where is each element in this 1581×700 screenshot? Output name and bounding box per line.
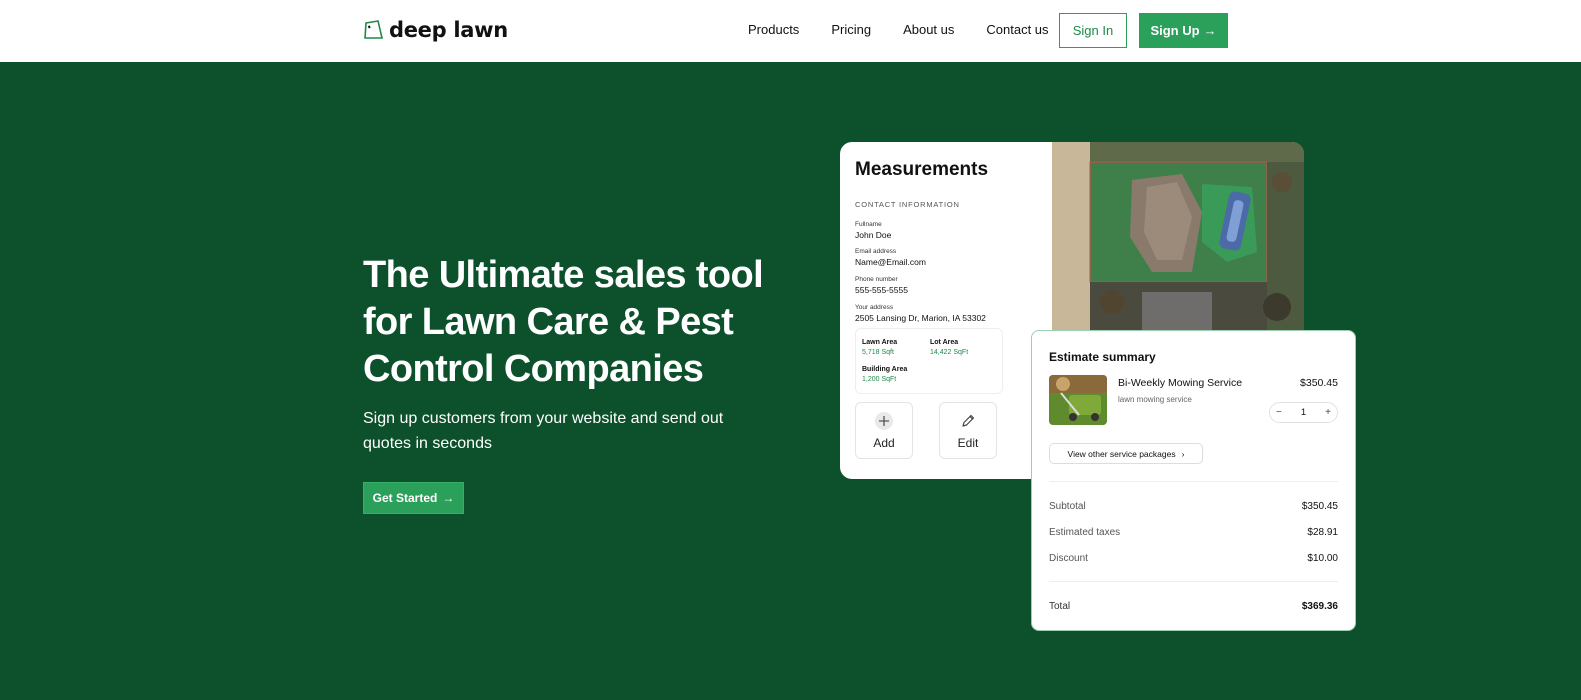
view-other-packages-button[interactable]: View other service packages › bbox=[1049, 443, 1203, 464]
sign-up-label: Sign Up bbox=[1150, 23, 1200, 38]
nav-link-contact-us[interactable]: Contact us bbox=[986, 22, 1048, 37]
edit-label: Edit bbox=[957, 435, 979, 450]
building-area: Building Area 1,200 SqFt bbox=[862, 366, 907, 383]
area-value: 1,200 SqFt bbox=[862, 376, 897, 383]
arrow-right-icon: → bbox=[1203, 23, 1217, 38]
quantity-stepper: − 1 + bbox=[1269, 402, 1338, 423]
nav-link-products[interactable]: Products bbox=[748, 22, 799, 37]
area-name: Lawn Area bbox=[862, 339, 898, 346]
get-started-label: Get Started bbox=[372, 491, 438, 505]
fullname-field: Fullname John Doe bbox=[855, 221, 891, 240]
row-label: Subtotal bbox=[1049, 501, 1086, 512]
lot-area: Lot Area 14,422 SqFt bbox=[930, 339, 968, 356]
mowing-service-thumbnail bbox=[1049, 375, 1107, 425]
sign-up-button[interactable]: Sign Up → bbox=[1139, 13, 1228, 48]
add-label: Add bbox=[873, 435, 895, 450]
plus-icon bbox=[875, 411, 893, 430]
field-label: Your address bbox=[855, 304, 894, 311]
row-value: $10.00 bbox=[1307, 553, 1338, 564]
lawn-mower-image bbox=[1049, 375, 1107, 425]
add-button[interactable]: Add bbox=[855, 402, 913, 459]
estimate-summary-card: Estimate summary Bi-Weekly Mowing Servic… bbox=[1031, 330, 1356, 631]
row-label: Discount bbox=[1049, 553, 1088, 564]
field-value: 2505 Lansing Dr, Marion, IA 53302 bbox=[855, 313, 986, 323]
field-value: John Doe bbox=[855, 230, 892, 240]
nav-links: Products Pricing About us Contact us bbox=[748, 22, 1081, 37]
total-label: Total bbox=[1049, 601, 1071, 612]
edit-button[interactable]: Edit bbox=[939, 402, 997, 459]
field-value: 555-555-5555 bbox=[855, 285, 908, 295]
minus-icon[interactable]: − bbox=[1276, 407, 1282, 418]
pencil-icon bbox=[959, 412, 977, 430]
area-value: 5,718 Sqft bbox=[862, 349, 894, 356]
divider bbox=[1049, 581, 1338, 582]
total-value: $369.36 bbox=[1301, 601, 1338, 612]
nav-link-pricing[interactable]: Pricing bbox=[831, 22, 871, 37]
area-summary: Lawn Area 5,718 Sqft Lot Area 14,422 SqF… bbox=[855, 328, 1003, 394]
taxes-row: Estimated taxes $28.91 bbox=[1049, 527, 1338, 538]
row-value: $350.45 bbox=[1301, 501, 1338, 512]
area-name: Lot Area bbox=[930, 339, 959, 346]
arrow-right-icon: → bbox=[442, 491, 455, 505]
hero-title: The Ultimate sales tool for Lawn Care & … bbox=[363, 254, 764, 390]
area-name: Building Area bbox=[862, 366, 908, 373]
logo-text: deep lawn bbox=[389, 18, 508, 42]
hero-subtitle: Sign up customers from your website and … bbox=[363, 410, 724, 452]
email-field: Email address Name@Email.com bbox=[855, 248, 926, 267]
lawn-area: Lawn Area 5,718 Sqft bbox=[862, 339, 897, 356]
field-label: Fullname bbox=[855, 221, 882, 228]
divider bbox=[1049, 481, 1338, 482]
service-description: lawn mowing service bbox=[1118, 395, 1192, 404]
row-label: Estimated taxes bbox=[1049, 527, 1121, 538]
top-navbar: deep lawn Products Pricing About us Cont… bbox=[0, 0, 1581, 62]
chevron-right-icon: › bbox=[1181, 448, 1185, 459]
logo-icon bbox=[364, 20, 384, 39]
discount-row: Discount $10.00 bbox=[1049, 553, 1338, 564]
measurements-title: Measurements bbox=[855, 159, 989, 180]
field-value: Name@Email.com bbox=[855, 257, 926, 267]
phone-field: Phone number 555-555-5555 bbox=[855, 276, 908, 295]
address-field: Your address 2505 Lansing Dr, Marion, IA… bbox=[855, 304, 986, 323]
nav-link-about-us[interactable]: About us bbox=[903, 22, 954, 37]
total-row: Total $369.36 bbox=[1049, 601, 1338, 612]
sign-in-button[interactable]: Sign In bbox=[1059, 13, 1127, 48]
field-label: Email address bbox=[855, 248, 897, 255]
row-value: $28.91 bbox=[1307, 527, 1338, 538]
estimate-summary-title: Estimate summary bbox=[1049, 350, 1156, 364]
quantity-value[interactable]: 1 bbox=[1301, 407, 1306, 418]
view-packages-label: View other service packages bbox=[1067, 448, 1176, 459]
field-label: Phone number bbox=[855, 276, 898, 283]
subtotal-row: Subtotal $350.45 bbox=[1049, 501, 1338, 512]
area-value: 14,422 SqFt bbox=[930, 349, 969, 356]
service-name: Bi-Weekly Mowing Service bbox=[1118, 377, 1243, 389]
get-started-button[interactable]: Get Started → bbox=[363, 482, 464, 514]
logo[interactable]: deep lawn bbox=[363, 18, 508, 42]
contact-info-heading: CONTACT INFORMATION bbox=[855, 200, 960, 209]
plus-icon[interactable]: + bbox=[1325, 407, 1331, 418]
service-price: $350.45 bbox=[1300, 377, 1338, 389]
